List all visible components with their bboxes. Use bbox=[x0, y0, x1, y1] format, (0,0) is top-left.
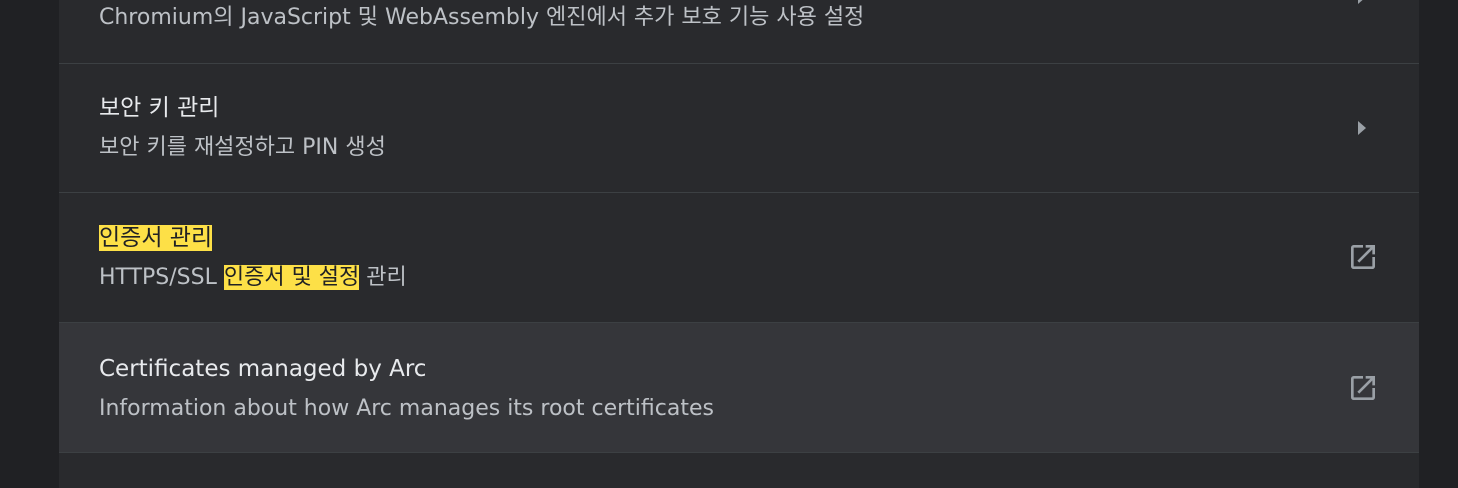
search-highlight: 인증서 관리 bbox=[99, 225, 213, 251]
subtitle-text: 관리 bbox=[359, 265, 407, 290]
row-subtitle: Information about how Arc manages its ro… bbox=[99, 396, 714, 421]
chevron-right-icon bbox=[1358, 0, 1366, 4]
chevron-right-icon bbox=[1358, 121, 1366, 135]
row-title: 보안 키 관리 bbox=[99, 95, 220, 121]
open-in-new-icon[interactable] bbox=[1347, 372, 1379, 404]
row-title: Certificates managed by Arc bbox=[99, 356, 427, 382]
settings-row-manage-certificates[interactable]: 인증서 관리 HTTPS/SSL 인증서 및 설정 관리 bbox=[59, 193, 1419, 323]
settings-row-security-keys[interactable]: 보안 키 관리 보안 키를 재설정하고 PIN 생성 bbox=[59, 63, 1419, 193]
row-title: 인증서 관리 bbox=[99, 223, 213, 253]
row-subtitle: 보안 키를 재설정하고 PIN 생성 bbox=[99, 135, 386, 160]
row-subtitle: HTTPS/SSL 인증서 및 설정 관리 bbox=[99, 263, 407, 293]
settings-row-next[interactable] bbox=[59, 452, 1419, 488]
settings-page: Chromium의 JavaScript 및 WebAssembly 엔진에서 … bbox=[0, 0, 1458, 488]
row-subtitle: Chromium의 JavaScript 및 WebAssembly 엔진에서 … bbox=[99, 5, 865, 30]
security-settings-card: Chromium의 JavaScript 및 WebAssembly 엔진에서 … bbox=[59, 0, 1419, 488]
settings-row-arc-certificates[interactable]: Certificates managed by Arc Information … bbox=[59, 323, 1419, 453]
subtitle-text: HTTPS/SSL bbox=[99, 265, 224, 290]
search-highlight: 인증서 및 설정 bbox=[223, 265, 360, 290]
open-in-new-icon[interactable] bbox=[1347, 241, 1379, 273]
settings-row-v8-security[interactable]: Chromium의 JavaScript 및 WebAssembly 엔진에서 … bbox=[59, 0, 1419, 64]
